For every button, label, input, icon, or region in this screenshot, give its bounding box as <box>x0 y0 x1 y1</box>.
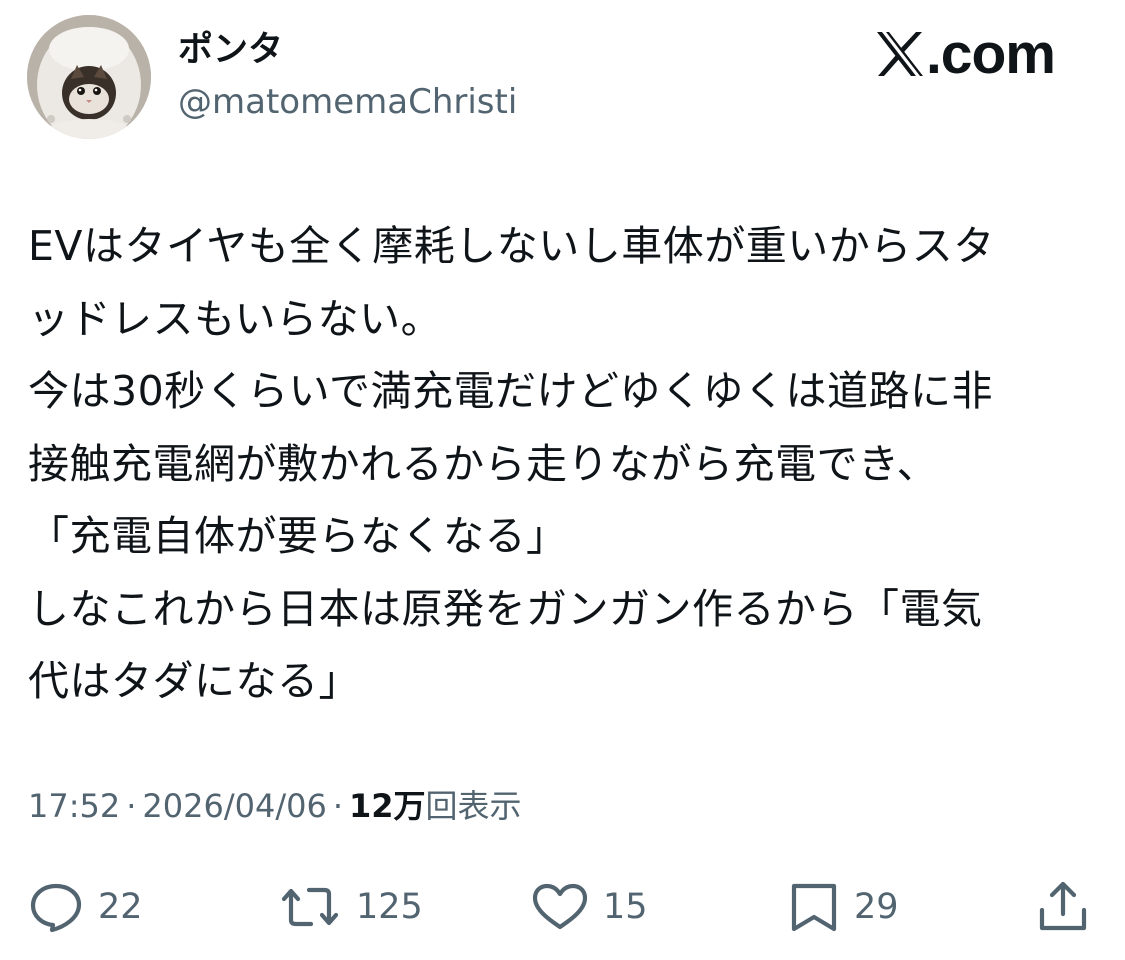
tweet-line: 「充電自体が要らなくなる」 <box>28 512 568 560</box>
avatar[interactable] <box>27 15 151 139</box>
meta-separator: · <box>126 787 137 825</box>
meta-separator: · <box>332 787 343 825</box>
reply-count: 22 <box>98 887 143 927</box>
views-count: 12万 <box>349 787 426 825</box>
brand-domain-text: .com <box>925 22 1056 86</box>
action-bar: 22 125 15 29 <box>0 878 1125 936</box>
tweet-date[interactable]: 2026/04/06 <box>142 787 326 825</box>
bookmark-button[interactable]: 29 <box>788 878 899 936</box>
avatar-cat-image <box>27 15 151 139</box>
x-logo-icon <box>876 32 923 76</box>
tweet-line: 今は30秒くらいで満充電だけどゆくゆくは道路に非 <box>28 367 993 415</box>
like-button[interactable]: 15 <box>531 878 648 936</box>
user-handle[interactable]: @matomemaChristi <box>178 80 517 124</box>
tweet-line: EVはタイヤも全く摩耗しないし車体が重いからスタ <box>28 222 995 270</box>
repost-count: 125 <box>356 887 423 927</box>
bookmark-count: 29 <box>854 887 899 927</box>
tweet-time[interactable]: 17:52 <box>28 787 120 825</box>
tweet-line: ッドレスもいらない。 <box>28 294 443 343</box>
tweet-line: しなこれから日本は原発をガンガン作るから「電気 <box>28 584 983 633</box>
reply-button[interactable]: 22 <box>28 878 143 936</box>
bookmark-icon <box>791 883 837 932</box>
repost-arrows-icon <box>281 887 339 927</box>
brand-logo: .com <box>875 22 1056 86</box>
tweet-line: 接触充電網が敷かれるから走りながら充電でき、 <box>28 439 939 488</box>
speech-bubble-icon <box>30 883 82 932</box>
share-upload-icon <box>1039 881 1087 931</box>
like-count: 15 <box>603 887 648 927</box>
display-name[interactable]: ポンタ <box>178 28 283 72</box>
views-label: 回表示 <box>425 787 522 825</box>
share-button[interactable] <box>1036 878 1090 936</box>
tweet-text: EVはタイヤも全く摩耗しないし車体が重いからスタ ッドレスもいらない。 今は30… <box>28 210 1103 718</box>
tweet-line: 代はタダになる」 <box>28 657 360 705</box>
repost-button[interactable]: 125 <box>278 878 423 936</box>
heart-icon <box>532 883 588 930</box>
tweet-meta: 17:52 · 2026/04/06 · 12万回表示 <box>28 782 522 830</box>
